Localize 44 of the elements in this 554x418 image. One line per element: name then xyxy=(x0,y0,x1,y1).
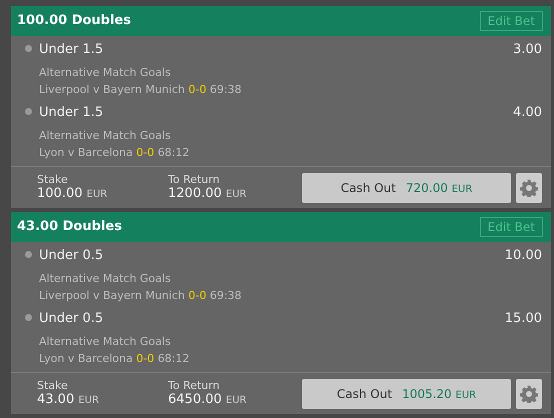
amount-label: To Return xyxy=(168,172,221,186)
match-clock: 69:38 xyxy=(210,288,242,302)
match-score: 0-0 xyxy=(188,82,206,96)
odds: 15.00 xyxy=(504,310,542,328)
market-name: Alternative Match Goals xyxy=(39,334,171,348)
market-name: Alternative Match Goals xyxy=(39,272,171,284)
match-score: 0-0 xyxy=(136,352,154,364)
selection-name: Under 0.5 xyxy=(39,310,104,328)
bet-title: 100.00 Doubles xyxy=(17,12,131,30)
amount-label: Stake xyxy=(37,378,69,392)
amount-value: 6450.00 EUR xyxy=(168,392,248,408)
selection-name: Under 0.5 xyxy=(39,247,104,265)
match-name: Liverpool v Bayern Munich xyxy=(39,82,185,96)
bet-title: 43.00 Doubles xyxy=(17,218,122,236)
match-clock: 69:38 xyxy=(210,82,242,96)
market-name: Alternative Match Goals xyxy=(39,66,171,78)
status-dot xyxy=(25,314,32,321)
status-dot xyxy=(25,45,32,52)
settings-button[interactable] xyxy=(516,378,542,408)
selection-name: Under 1.5 xyxy=(39,41,104,59)
odds: 3.00 xyxy=(513,41,542,59)
status-dot xyxy=(25,108,32,115)
cash-out-button[interactable]: Cash Out 720.00 EUR xyxy=(302,172,511,202)
amount-label: To Return xyxy=(168,378,221,392)
amount-label: Stake xyxy=(37,172,69,186)
match-clock: 68:12 xyxy=(158,146,190,158)
amount-value: 1200.00 EUR xyxy=(168,186,248,202)
settings-icon xyxy=(520,178,538,196)
settings-icon xyxy=(520,384,538,402)
market-name: Alternative Match Goals xyxy=(39,128,171,142)
amount-value: 100.00 EUR xyxy=(37,186,108,202)
status-dot xyxy=(25,251,32,258)
amount-value: 43.00 EUR xyxy=(37,392,100,408)
match-clock: 68:12 xyxy=(158,352,190,364)
odds: 4.00 xyxy=(513,104,542,122)
match-name: Lyon v Barcelona xyxy=(39,352,133,364)
match-name: Liverpool v Bayern Munich xyxy=(39,288,185,302)
settings-button[interactable] xyxy=(516,172,542,202)
selection-name: Under 1.5 xyxy=(39,104,104,122)
match-name: Lyon v Barcelona xyxy=(39,146,133,158)
match-score: 0-0 xyxy=(188,288,206,302)
cash-out-button[interactable]: Cash Out 1005.20 EUR xyxy=(302,378,511,408)
odds: 10.00 xyxy=(504,247,542,265)
match-score: 0-0 xyxy=(136,146,154,158)
